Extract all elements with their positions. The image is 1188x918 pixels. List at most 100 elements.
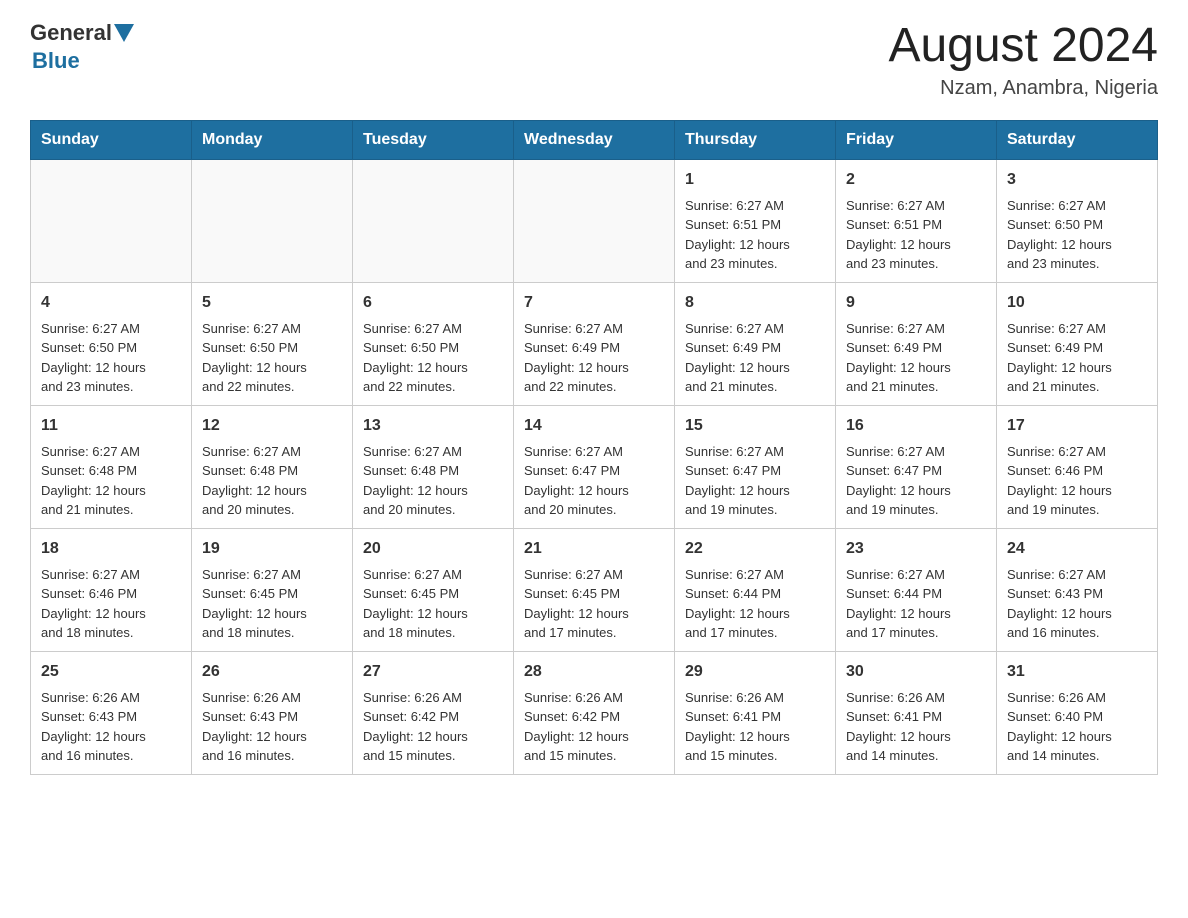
day-info: Sunrise: 6:27 AM Sunset: 6:45 PM Dayligh… [202, 565, 342, 643]
day-number: 29 [685, 660, 825, 684]
day-info: Sunrise: 6:27 AM Sunset: 6:48 PM Dayligh… [41, 442, 181, 520]
calendar-cell: 22 Sunrise: 6:27 AM Sunset: 6:44 PM Dayli… [675, 528, 836, 651]
weekday-header-thursday: Thursday [675, 120, 836, 159]
day-info: Sunrise: 6:27 AM Sunset: 6:45 PM Dayligh… [524, 565, 664, 643]
day-info: Sunrise: 6:26 AM Sunset: 6:42 PM Dayligh… [524, 688, 664, 766]
day-info: Sunrise: 6:27 AM Sunset: 6:47 PM Dayligh… [524, 442, 664, 520]
weekday-header-tuesday: Tuesday [353, 120, 514, 159]
calendar-cell [353, 159, 514, 282]
calendar-cell: 14Sunrise: 6:27 AM Sunset: 6:47 PM Dayli… [514, 405, 675, 528]
day-info: Sunrise: 6:27 AM Sunset: 6:50 PM Dayligh… [41, 319, 181, 397]
day-number: 8 [685, 291, 825, 315]
calendar-cell: 4 Sunrise: 6:27 AM Sunset: 6:50 PM Daylig… [31, 282, 192, 405]
day-number: 30 [846, 660, 986, 684]
calendar-cell: 3Sunrise: 6:27 AM Sunset: 6:50 PM Daylig… [997, 159, 1158, 282]
calendar-header-row: SundayMondayTuesdayWednesdayThursdayFrid… [31, 120, 1158, 159]
day-number: 3 [1007, 168, 1147, 192]
day-number: 4 [41, 291, 181, 315]
page-header: General Blue August 2024 Nzam, Anambra, … [30, 20, 1158, 100]
calendar-cell [31, 159, 192, 282]
calendar-cell: 6 Sunrise: 6:27 AM Sunset: 6:50 PM Daylig… [353, 282, 514, 405]
day-number: 15 [685, 414, 825, 438]
logo: General Blue [30, 20, 136, 74]
day-info: Sunrise: 6:27 AM Sunset: 6:51 PM Dayligh… [846, 196, 986, 274]
day-number: 21 [524, 537, 664, 561]
calendar-cell: 16Sunrise: 6:27 AM Sunset: 6:47 PM Dayli… [836, 405, 997, 528]
weekday-header-monday: Monday [192, 120, 353, 159]
calendar-cell: 5 Sunrise: 6:27 AM Sunset: 6:50 PM Daylig… [192, 282, 353, 405]
day-info: Sunrise: 6:26 AM Sunset: 6:41 PM Dayligh… [685, 688, 825, 766]
calendar-week-row-4: 18 Sunrise: 6:27 AM Sunset: 6:46 PM Dayli… [31, 528, 1158, 651]
day-info: Sunrise: 6:27 AM Sunset: 6:49 PM Dayligh… [846, 319, 986, 397]
calendar-cell: 7 Sunrise: 6:27 AM Sunset: 6:49 PM Daylig… [514, 282, 675, 405]
day-info: Sunrise: 6:26 AM Sunset: 6:43 PM Dayligh… [202, 688, 342, 766]
calendar-cell [514, 159, 675, 282]
day-number: 25 [41, 660, 181, 684]
calendar-cell: 19 Sunrise: 6:27 AM Sunset: 6:45 PM Dayli… [192, 528, 353, 651]
calendar-cell: 30 Sunrise: 6:26 AM Sunset: 6:41 PM Dayli… [836, 651, 997, 774]
day-info: Sunrise: 6:26 AM Sunset: 6:42 PM Dayligh… [363, 688, 503, 766]
calendar-cell: 25 Sunrise: 6:26 AM Sunset: 6:43 PM Dayli… [31, 651, 192, 774]
day-info: Sunrise: 6:26 AM Sunset: 6:41 PM Dayligh… [846, 688, 986, 766]
calendar-cell: 18 Sunrise: 6:27 AM Sunset: 6:46 PM Dayli… [31, 528, 192, 651]
month-year-title: August 2024 [888, 20, 1158, 73]
day-info: Sunrise: 6:27 AM Sunset: 6:50 PM Dayligh… [363, 319, 503, 397]
day-info: Sunrise: 6:27 AM Sunset: 6:51 PM Dayligh… [685, 196, 825, 274]
day-info: Sunrise: 6:27 AM Sunset: 6:49 PM Dayligh… [685, 319, 825, 397]
location-subtitle: Nzam, Anambra, Nigeria [888, 77, 1158, 100]
day-number: 19 [202, 537, 342, 561]
day-number: 31 [1007, 660, 1147, 684]
calendar-cell: 10 Sunrise: 6:27 AM Sunset: 6:49 PM Dayli… [997, 282, 1158, 405]
calendar-cell: 20Sunrise: 6:27 AM Sunset: 6:45 PM Dayli… [353, 528, 514, 651]
calendar-cell: 21 Sunrise: 6:27 AM Sunset: 6:45 PM Dayli… [514, 528, 675, 651]
logo-general-text: General [30, 20, 112, 46]
day-number: 7 [524, 291, 664, 315]
calendar-cell: 24Sunrise: 6:27 AM Sunset: 6:43 PM Dayli… [997, 528, 1158, 651]
day-info: Sunrise: 6:27 AM Sunset: 6:47 PM Dayligh… [846, 442, 986, 520]
weekday-header-wednesday: Wednesday [514, 120, 675, 159]
day-number: 12 [202, 414, 342, 438]
calendar-week-row-1: 1Sunrise: 6:27 AM Sunset: 6:51 PM Daylig… [31, 159, 1158, 282]
calendar-cell: 9 Sunrise: 6:27 AM Sunset: 6:49 PM Daylig… [836, 282, 997, 405]
day-info: Sunrise: 6:27 AM Sunset: 6:44 PM Dayligh… [685, 565, 825, 643]
day-info: Sunrise: 6:27 AM Sunset: 6:49 PM Dayligh… [1007, 319, 1147, 397]
calendar-cell: 26 Sunrise: 6:26 AM Sunset: 6:43 PM Dayli… [192, 651, 353, 774]
day-number: 6 [363, 291, 503, 315]
calendar-cell: 12 Sunrise: 6:27 AM Sunset: 6:48 PM Dayli… [192, 405, 353, 528]
day-number: 5 [202, 291, 342, 315]
calendar-cell [192, 159, 353, 282]
day-number: 20 [363, 537, 503, 561]
day-number: 23 [846, 537, 986, 561]
calendar-cell: 8 Sunrise: 6:27 AM Sunset: 6:49 PM Daylig… [675, 282, 836, 405]
calendar-cell: 31 Sunrise: 6:26 AM Sunset: 6:40 PM Dayli… [997, 651, 1158, 774]
day-number: 11 [41, 414, 181, 438]
calendar-week-row-2: 4 Sunrise: 6:27 AM Sunset: 6:50 PM Daylig… [31, 282, 1158, 405]
day-info: Sunrise: 6:26 AM Sunset: 6:43 PM Dayligh… [41, 688, 181, 766]
calendar-table: SundayMondayTuesdayWednesdayThursdayFrid… [30, 120, 1158, 775]
day-number: 2 [846, 168, 986, 192]
day-info: Sunrise: 6:27 AM Sunset: 6:48 PM Dayligh… [202, 442, 342, 520]
day-number: 9 [846, 291, 986, 315]
day-info: Sunrise: 6:27 AM Sunset: 6:44 PM Dayligh… [846, 565, 986, 643]
calendar-cell: 28Sunrise: 6:26 AM Sunset: 6:42 PM Dayli… [514, 651, 675, 774]
day-info: Sunrise: 6:27 AM Sunset: 6:47 PM Dayligh… [685, 442, 825, 520]
day-info: Sunrise: 6:27 AM Sunset: 6:43 PM Dayligh… [1007, 565, 1147, 643]
day-number: 10 [1007, 291, 1147, 315]
day-info: Sunrise: 6:27 AM Sunset: 6:50 PM Dayligh… [202, 319, 342, 397]
day-info: Sunrise: 6:27 AM Sunset: 6:46 PM Dayligh… [41, 565, 181, 643]
calendar-cell: 1Sunrise: 6:27 AM Sunset: 6:51 PM Daylig… [675, 159, 836, 282]
calendar-week-row-3: 11 Sunrise: 6:27 AM Sunset: 6:48 PM Dayli… [31, 405, 1158, 528]
day-info: Sunrise: 6:27 AM Sunset: 6:46 PM Dayligh… [1007, 442, 1147, 520]
title-block: August 2024 Nzam, Anambra, Nigeria [888, 20, 1158, 100]
day-number: 22 [685, 537, 825, 561]
day-number: 26 [202, 660, 342, 684]
day-number: 13 [363, 414, 503, 438]
day-number: 18 [41, 537, 181, 561]
calendar-cell: 27Sunrise: 6:26 AM Sunset: 6:42 PM Dayli… [353, 651, 514, 774]
calendar-cell: 29 Sunrise: 6:26 AM Sunset: 6:41 PM Dayli… [675, 651, 836, 774]
day-info: Sunrise: 6:27 AM Sunset: 6:49 PM Dayligh… [524, 319, 664, 397]
calendar-week-row-5: 25 Sunrise: 6:26 AM Sunset: 6:43 PM Dayli… [31, 651, 1158, 774]
day-info: Sunrise: 6:26 AM Sunset: 6:40 PM Dayligh… [1007, 688, 1147, 766]
weekday-header-sunday: Sunday [31, 120, 192, 159]
weekday-header-friday: Friday [836, 120, 997, 159]
